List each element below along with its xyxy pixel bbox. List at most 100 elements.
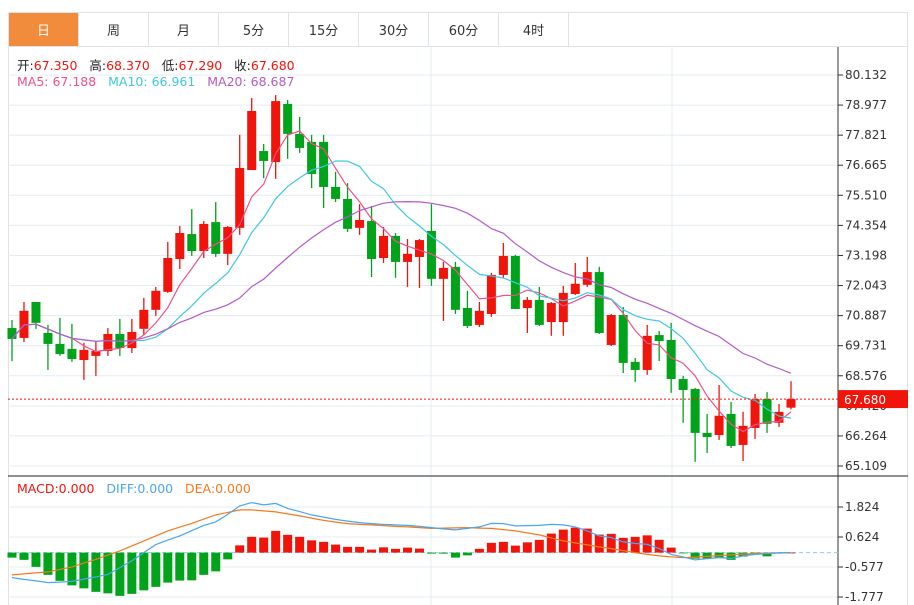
last-price-label: 67.680: [844, 393, 886, 407]
candle: [606, 313, 616, 346]
price-tick-label: 66.264: [845, 429, 887, 443]
candle: [7, 319, 17, 362]
candle-body: [223, 227, 233, 254]
price-tick-label: 78.977: [845, 98, 887, 112]
candle-body: [618, 315, 628, 363]
candle-body: [558, 292, 568, 323]
candle: [462, 290, 472, 329]
price-tick-label: 76.665: [845, 158, 887, 172]
candle: [127, 318, 137, 354]
macd-bar: [391, 548, 401, 553]
macd-bar: [235, 545, 245, 553]
candle: [678, 375, 688, 423]
ma10-line: [11, 160, 792, 419]
high-label: 高:: [89, 58, 107, 73]
ma5-value: MA5: 67.188: [17, 74, 97, 89]
price-tick-label: 75.510: [845, 188, 887, 202]
candle: [714, 385, 724, 440]
macd-bar: [163, 552, 173, 583]
kline-chart[interactable]: 80.132 78.977 77.821 76.665 75.510 74.354 73.1…: [0, 0, 914, 605]
candle: [67, 323, 77, 362]
price-tick-label: 74.354: [845, 218, 887, 232]
candle-body: [175, 233, 185, 260]
candle-body: [546, 303, 556, 323]
macd-bar: [498, 541, 508, 553]
candle: [570, 262, 580, 295]
candle-body: [259, 151, 269, 161]
candle: [474, 302, 484, 327]
candle: [618, 306, 628, 374]
candle-body: [163, 258, 173, 292]
candle-body: [642, 335, 652, 370]
macd-bar: [570, 527, 580, 553]
candle-body: [43, 332, 53, 344]
candle-body: [474, 310, 484, 325]
candle-body: [522, 299, 532, 308]
low-label: 低:: [161, 58, 179, 73]
candle: [582, 256, 592, 287]
macd-bar: [139, 552, 149, 591]
candle-body: [462, 307, 472, 326]
candle-body: [438, 267, 448, 279]
candle: [690, 387, 700, 462]
price-tick-label: 68.576: [845, 369, 887, 383]
ma20-value: MA20: 68.687: [207, 74, 295, 89]
candle: [103, 328, 113, 356]
candle-body: [630, 361, 640, 370]
candle-body: [534, 299, 544, 325]
candle-body: [486, 274, 496, 314]
price-tick-label: 80.132: [845, 68, 887, 82]
open-label: 开:: [17, 58, 34, 73]
price-tick-label: 72.043: [845, 279, 887, 293]
macd-bar: [307, 540, 317, 553]
candle: [414, 239, 424, 288]
candle: [594, 266, 604, 335]
candle: [522, 297, 532, 333]
macd-value: MACD:0.000: [17, 481, 95, 496]
candle-body: [367, 221, 377, 260]
candle-body: [786, 399, 796, 408]
macd-bar: [295, 536, 305, 553]
macd-bar: [271, 530, 281, 553]
candle: [115, 318, 125, 356]
macd-bar: [259, 537, 269, 553]
macd-bar: [187, 552, 197, 581]
candle-body: [570, 283, 580, 294]
candle: [546, 302, 556, 336]
macd-tick-label: -1.777: [845, 590, 884, 604]
ohlc-info: 开:67.350 高:68.370 低:67.290 收:67.680: [17, 55, 295, 74]
candle: [211, 202, 221, 257]
macd-bar: [283, 534, 293, 553]
macd-bar: [79, 552, 89, 589]
candle: [702, 413, 712, 453]
candle-body: [606, 315, 616, 345]
candle: [283, 100, 293, 159]
dea-value: DEA:0.000: [185, 481, 251, 496]
macd-bar: [486, 542, 496, 553]
macd-bar: [247, 536, 257, 553]
candle-body: [151, 290, 161, 310]
candle: [163, 241, 173, 293]
candle: [223, 226, 233, 266]
price-tick-label: 69.731: [845, 339, 887, 353]
candle-body: [714, 415, 724, 436]
candle-body: [295, 133, 305, 148]
candle-body: [31, 302, 41, 323]
candle: [91, 341, 101, 376]
candle: [558, 285, 568, 336]
macd-bar: [331, 544, 341, 553]
macd-bar: [31, 552, 41, 567]
macd-bar: [211, 552, 221, 572]
candle: [331, 171, 341, 203]
macd-bar: [450, 552, 460, 558]
macd-bar: [115, 552, 125, 596]
candle-body: [702, 432, 712, 438]
candle-body: [402, 253, 412, 262]
candle: [139, 297, 149, 336]
macd-bar: [355, 546, 365, 553]
high-value: 68.370: [106, 58, 150, 73]
candle: [786, 381, 796, 410]
candle-body: [7, 328, 17, 339]
macd-bar: [510, 545, 520, 553]
candle: [43, 324, 53, 370]
